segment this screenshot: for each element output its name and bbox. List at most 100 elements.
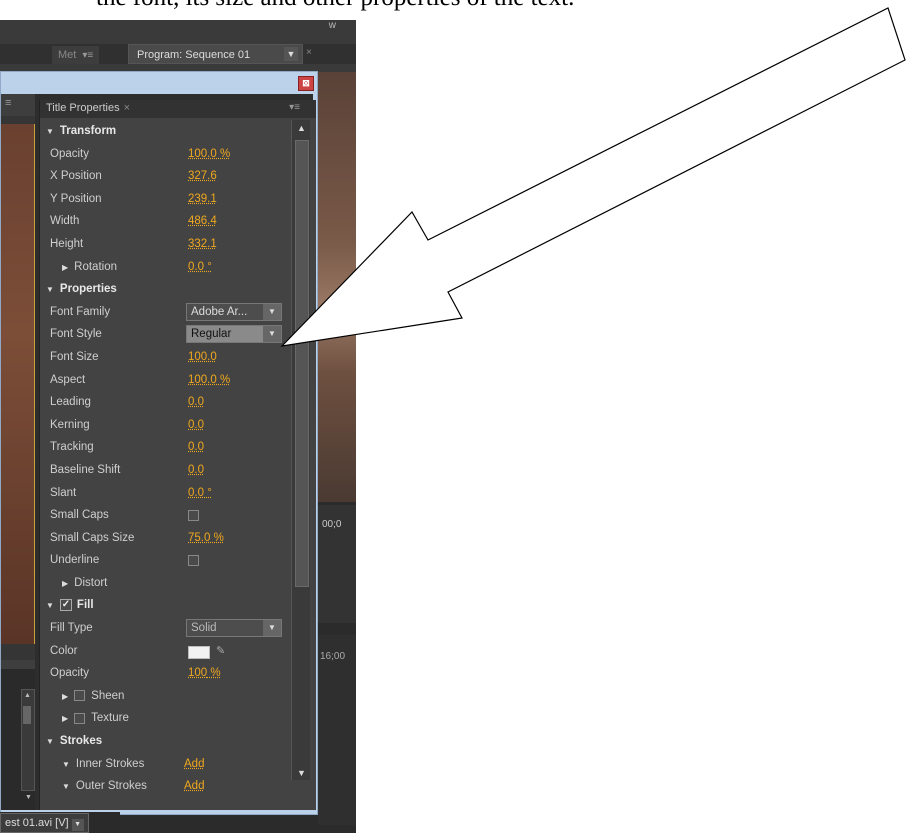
property-value-number[interactable]: 0.0 [188,419,204,431]
scroll-down-icon[interactable]: ▼ [297,768,306,778]
property-row-baseline-shift: Baseline Shift 0.0 [40,459,290,482]
dropdown-arrow-icon[interactable]: ▼ [263,620,281,637]
property-value-number[interactable]: 327.6 [188,170,217,182]
property-value[interactable]: 100 % [188,662,221,685]
property-value[interactable]: 0.0 ° [188,256,212,279]
add-stroke-link[interactable]: Add [184,775,204,798]
menu-icon[interactable]: ▾≡ [82,50,93,61]
expand-triangle-icon[interactable]: ▼ [46,121,54,144]
property-value[interactable]: 100.0 % [188,369,230,392]
fill-type-dropdown[interactable]: Solid ▼ [186,619,282,638]
dropdown-arrow-icon[interactable]: ▼ [284,47,298,61]
expand-triangle-icon[interactable]: ▶ [62,257,68,280]
tab-metadata[interactable]: Met ▾≡ [52,46,100,64]
scroll-up-icon[interactable]: ▲ [24,692,31,699]
property-value-number[interactable]: 486.4 [188,215,217,227]
property-unit: % [216,147,231,160]
property-row-font-style: Font Style Regular ▼ [40,323,290,346]
scroll-thumb[interactable] [23,706,31,724]
font-style-dropdown[interactable]: Regular ▼ [186,325,282,344]
property-value[interactable]: 332.1 [188,233,217,256]
property-value-number[interactable]: 75.0 [188,532,210,544]
property-value-number[interactable]: 0.0 [188,396,204,408]
scroll-down-icon[interactable]: ▼ [25,794,32,801]
property-label: Y Position [50,192,102,205]
property-row-inner-strokes: ▼ Inner Strokes Add [40,753,290,776]
panel-tab[interactable]: Title Properties × ▾≡ [40,100,316,118]
property-unit: ° [204,486,212,499]
dropdown-arrow-icon[interactable]: ▼ [71,819,84,831]
expand-triangle-icon[interactable]: ▶ [62,573,68,596]
clip-track-tab[interactable]: est 01.avi [V] ▼ [0,813,89,833]
close-icon[interactable]: ⊠ [298,76,314,91]
expand-triangle-icon[interactable]: ▼ [46,279,54,302]
property-value[interactable]: 327.6 [188,165,217,188]
property-label: Outer Strokes [75,780,147,793]
designer-tab-strip: ≡ [1,94,35,116]
property-value[interactable]: 75.0 % [188,527,224,550]
close-icon[interactable]: × [124,102,130,114]
expand-triangle-icon[interactable]: ▼ [46,595,54,618]
eyedropper-icon[interactable]: ✎ [216,640,225,663]
property-label: Tracking [50,441,94,454]
property-row-outer-strokes: ▼ Outer Strokes Add [40,775,290,798]
property-value-number[interactable]: 239.1 [188,193,217,205]
panel-menu-icon[interactable]: ▾≡ [289,102,300,113]
checkbox-icon[interactable] [74,690,86,702]
expand-triangle-icon[interactable]: ▼ [46,731,54,754]
property-value[interactable]: 100.0 [188,346,217,369]
title-designer-canvas[interactable] [1,124,35,644]
checkbox-icon[interactable]: ✓ [59,599,72,612]
property-unit: % [216,373,231,386]
property-row-fill: ▼ ✓ Fill [40,594,290,617]
property-label: Font Style [50,328,102,341]
property-value-number[interactable]: 0.0 [188,441,204,453]
dropdown-value: Regular [191,328,232,341]
small-caps-checkbox[interactable] [188,510,199,522]
property-value-number[interactable]: 100.0 [188,374,217,386]
property-value-number[interactable]: 332.1 [188,238,217,250]
scroll-up-icon[interactable]: ▲ [297,123,306,133]
underline-checkbox[interactable] [188,555,199,567]
styles-scrollbar[interactable]: ▲ [21,689,35,791]
property-value[interactable]: 0.0 [188,414,204,437]
property-value[interactable]: 486.4 [188,210,217,233]
expand-triangle-icon[interactable]: ▼ [62,776,70,799]
property-value-number[interactable]: 0.0 [188,487,204,499]
property-label: Font Family [50,305,111,318]
property-label: Fill [76,599,94,612]
titler-window: ⊠ ≡ ▲ ▼ Title Properties × ▾≡ ▼ Transform O… [0,71,318,815]
property-value[interactable]: 0.0 [188,391,204,414]
scroll-thumb[interactable] [295,140,309,587]
property-row-tracking: Tracking 0.0 [40,436,290,459]
property-value[interactable]: 0.0 [188,459,204,482]
property-row-small-caps: Small Caps [40,504,290,527]
workspace-label: w [328,20,336,31]
property-value[interactable]: 100.0 % [188,143,230,166]
property-value-number[interactable]: 100.0 [188,351,217,363]
dropdown-arrow-icon[interactable]: ▼ [263,326,281,343]
property-row-y-position: Y Position 239.1 [40,188,290,211]
property-label: Width [50,215,80,228]
checkbox-icon[interactable] [74,712,86,724]
expand-triangle-icon[interactable]: ▶ [62,708,68,731]
property-value-number[interactable]: 100.0 [188,148,217,160]
property-value[interactable]: 239.1 [188,188,217,211]
font-family-dropdown[interactable]: Adobe Ar... ▼ [186,302,282,321]
property-value[interactable]: 0.0 ° [188,482,212,505]
menu-icon[interactable]: ≡ [5,97,11,109]
tab-program-monitor[interactable]: Program: Sequence 01 ▼ [128,44,303,64]
close-icon[interactable]: × [306,47,312,58]
properties-scrollbar[interactable]: ▲ ▼ [291,120,310,780]
property-label: Inner Strokes [75,757,145,770]
add-stroke-link[interactable]: Add [184,753,204,776]
property-value-number[interactable]: 0.0 [188,261,204,273]
property-value-number[interactable]: 100 [188,667,207,679]
property-value-number[interactable]: 0.0 [188,464,204,476]
property-unit: % [207,667,221,680]
expand-triangle-icon[interactable]: ▼ [62,754,70,777]
dropdown-arrow-icon[interactable]: ▼ [263,303,281,320]
property-value[interactable]: 0.0 [188,436,204,459]
expand-triangle-icon[interactable]: ▶ [62,686,68,709]
color-swatch[interactable] [188,645,210,659]
